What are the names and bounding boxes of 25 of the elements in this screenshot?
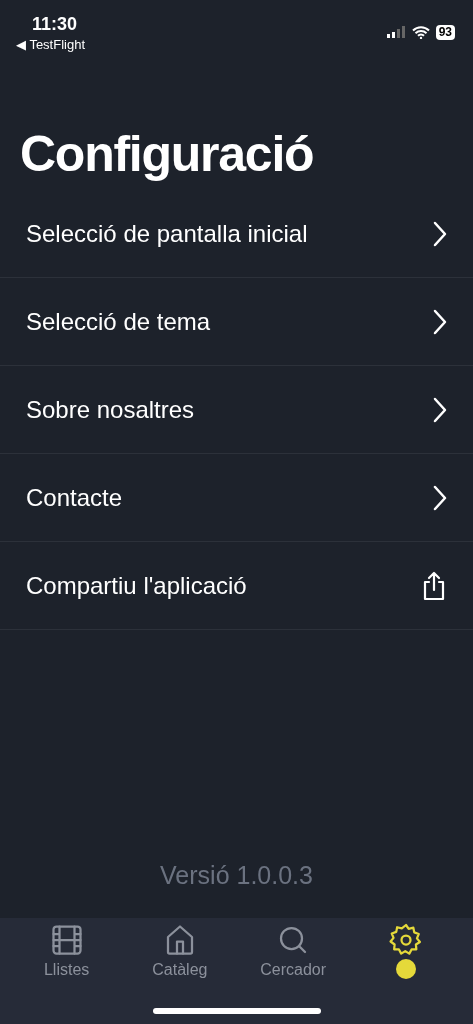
battery-indicator: 93 [435,25,455,40]
row-label: Sobre nosaltres [26,394,195,425]
status-time: 11:30 [32,13,79,36]
settings-row[interactable]: Sobre nosaltres [0,366,473,454]
wifi-icon [411,26,430,39]
chevron-right-icon [433,220,447,247]
row-label: Selecció de pantalla inicial [26,218,308,249]
back-to-app-link[interactable]: ◀ TestFlight [16,36,85,54]
settings-row[interactable]: Contacte [0,454,473,542]
tab-bar-item[interactable]: Llistes [16,922,117,982]
row-label: Selecció de tema [26,306,211,337]
chevron-right-icon [433,308,447,335]
signal-icon [385,26,406,38]
page-title: Configuració [19,125,315,184]
settings-row[interactable]: Compartiu l'aplicació [0,542,473,630]
row-label: Contacte [26,482,123,513]
settings-row[interactable]: Selecció de pantalla inicial [0,190,473,278]
chevron-right-icon [433,396,447,423]
version-label: Versió 1.0.0.3 [160,859,313,891]
chevron-right-icon [433,484,447,511]
tab-bar-item[interactable]: Cercador [243,922,344,982]
settings-row[interactable]: Selecció de tema [0,278,473,366]
row-label: Compartiu l'aplicació [26,570,247,601]
share-icon [421,570,447,601]
tab-bar-item[interactable]: Catàleg [129,922,230,982]
